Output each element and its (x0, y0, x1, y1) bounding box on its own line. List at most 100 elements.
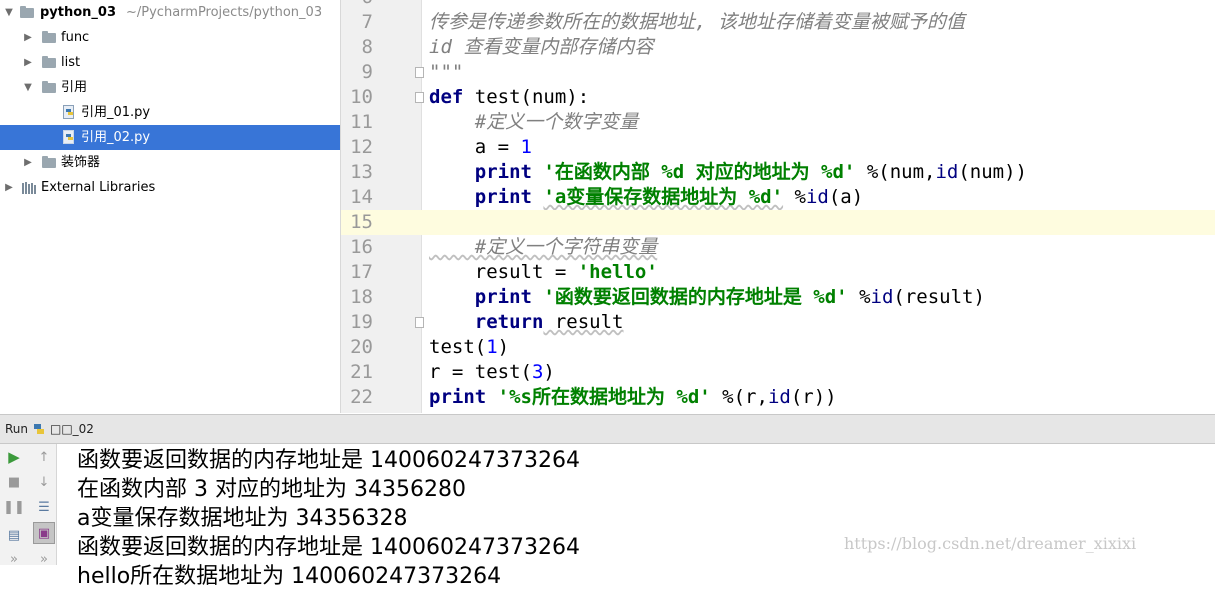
keyword-token: print (429, 386, 487, 408)
folder-icon (42, 31, 56, 43)
tree-item-label: func (61, 30, 90, 45)
fold-marker-icon[interactable] (415, 67, 424, 78)
line-number: 6 (341, 0, 373, 10)
run-console-output[interactable]: 函数要返回数据的内存地址是 140060247373264 在函数内部 3 对应… (77, 446, 1207, 591)
chevron-down-icon[interactable]: ▼ (3, 0, 15, 25)
run-config-tab[interactable]: □□_02 (50, 415, 94, 443)
line-number: 7 (361, 11, 373, 33)
layout-icon[interactable]: ▤ (3, 524, 25, 546)
rerun-play-icon[interactable]: ▶ (3, 446, 25, 468)
chevron-down-icon[interactable]: ▼ (22, 75, 34, 100)
console-line: 函数要返回数据的内存地址是 140060247373264 (77, 448, 580, 473)
tree-item-label: 引用_02.py (81, 130, 151, 145)
code-token: r = test( (429, 361, 532, 383)
code-text: r = test(3) (429, 360, 555, 385)
keyword-token: def (429, 86, 464, 108)
chevron-right-icon[interactable]: ▶ (22, 50, 34, 75)
pause-icon[interactable]: ❚❚ (3, 496, 25, 518)
code-line[interactable]: 18 print '函数要返回数据的内存地址是 %d' %id(result) (341, 285, 1215, 310)
arrow-up-icon[interactable]: ↑ (33, 446, 55, 468)
code-line[interactable]: 11 #定义一个数字变量 (341, 110, 1215, 135)
code-line[interactable]: 8 id 查看变量内部存储内容 (341, 35, 1215, 60)
builtin-token: id (935, 161, 959, 183)
fold-marker-icon[interactable] (415, 92, 424, 103)
keyword-token: print (474, 286, 532, 308)
code-text: test(1) (429, 335, 509, 360)
code-editor[interactable]: 6 """ 7 传参是传递参数所在的数据地址, 该地址存储着变量被赋予的值 8 … (341, 0, 1215, 413)
tree-item-func[interactable]: ▶ func (0, 25, 340, 50)
code-line[interactable]: 21 r = test(3) (341, 360, 1215, 385)
code-text: a = 1 (429, 135, 532, 160)
chevron-right-icon[interactable]: ▶ (22, 150, 34, 175)
code-token: ) (543, 361, 555, 383)
code-line[interactable]: 16 #定义一个字符串变量 (341, 235, 1215, 260)
tree-item-yinyong-folder[interactable]: ▼ 引用 (0, 75, 340, 100)
code-text: result = 'hello' (429, 260, 658, 285)
builtin-token: id (870, 286, 894, 308)
soft-wrap-icon[interactable]: ☰ (33, 496, 55, 518)
library-icon (22, 182, 36, 194)
code-token: % (783, 186, 806, 208)
expand-icon[interactable]: » (33, 548, 55, 570)
stop-icon[interactable]: ■ (3, 471, 25, 493)
number-token: 3 (531, 361, 544, 383)
console-line: a变量保存数据地址为 34356328 (77, 506, 408, 531)
code-line[interactable]: 6 """ (341, 0, 1215, 10)
chevron-right-icon[interactable]: ▶ (22, 25, 34, 50)
tree-item-list[interactable]: ▶ list (0, 50, 340, 75)
builtin-token: id (805, 186, 829, 208)
code-line[interactable]: 13 print '在函数内部 %d 对应的地址为 %d' %(num,id(n… (341, 160, 1215, 185)
code-line[interactable]: 19 return result (341, 310, 1215, 335)
folder-icon (20, 6, 34, 18)
console-line: hello所在数据地址为 140060247373264 (77, 564, 502, 589)
chevron-right-icon[interactable]: ▶ (3, 175, 15, 200)
tree-item-label: 装饰器 (61, 155, 101, 170)
line-number: 18 (350, 286, 373, 308)
fold-marker-icon[interactable] (415, 317, 424, 328)
keyword-token: print (474, 186, 532, 208)
project-name: python_03 (40, 5, 117, 20)
more-icon[interactable]: » (3, 548, 25, 570)
tree-item-yinyong-02-py[interactable]: 引用_02.py (0, 125, 340, 150)
tree-item-label: list (61, 55, 81, 70)
line-number: 8 (361, 36, 373, 58)
tree-root-python-03[interactable]: ▼ python_03 ~/PycharmProjects/python_03 (0, 0, 340, 25)
code-token: test(num): (463, 86, 590, 108)
tree-item-yinyong-01-py[interactable]: 引用_01.py (0, 100, 340, 125)
code-text: """ (429, 61, 464, 83)
line-number: 21 (350, 361, 373, 383)
code-token: (a) (828, 186, 864, 208)
code-line-current[interactable]: 15 (341, 210, 1215, 235)
code-token: %(r, (710, 386, 768, 408)
arrow-down-icon[interactable]: ↓ (33, 471, 55, 493)
python-file-icon (63, 105, 74, 119)
code-line[interactable]: 9 """ (341, 60, 1215, 85)
code-token: result = (429, 261, 578, 283)
tree-item-label: 引用_01.py (81, 105, 151, 120)
string-token: '%s所在数据地址为 %d' (497, 386, 711, 408)
code-line[interactable]: 7 传参是传递参数所在的数据地址, 该地址存储着变量被赋予的值 (341, 10, 1215, 35)
line-number: 11 (350, 111, 373, 133)
code-line[interactable]: 10 def test(num): (341, 85, 1215, 110)
scroll-to-end-icon[interactable]: ▣ (33, 522, 55, 544)
line-number: 20 (350, 336, 373, 358)
tree-item-decorators[interactable]: ▶ 装饰器 (0, 150, 340, 175)
line-number: 19 (350, 311, 373, 333)
code-comment: #定义一个数字变量 (429, 111, 639, 133)
code-token: a = (429, 136, 521, 158)
tree-item-external-libraries[interactable]: ▶ External Libraries (0, 175, 340, 200)
code-line[interactable]: 12 a = 1 (341, 135, 1215, 160)
code-line[interactable]: 22 print '%s所在数据地址为 %d' %(r,id(r)) (341, 385, 1215, 410)
code-text: return result (429, 310, 624, 335)
tree-item-label: External Libraries (41, 180, 156, 195)
line-number: 10 (350, 86, 373, 108)
code-token: ) (497, 336, 510, 358)
code-token: %(num, (855, 161, 936, 183)
code-token: (num)) (958, 161, 1027, 183)
code-line[interactable]: 14 print 'a变量保存数据地址为 %d' %id(a) (341, 185, 1215, 210)
code-line[interactable]: 20 test(1) (341, 335, 1215, 360)
run-toolbar: ▶ ↑ ■ ↓ ❚❚ ☰ ▤ ▣ » » (0, 444, 57, 567)
run-label: Run (5, 422, 29, 436)
line-number: 16 (350, 236, 373, 258)
code-line[interactable]: 17 result = 'hello' (341, 260, 1215, 285)
